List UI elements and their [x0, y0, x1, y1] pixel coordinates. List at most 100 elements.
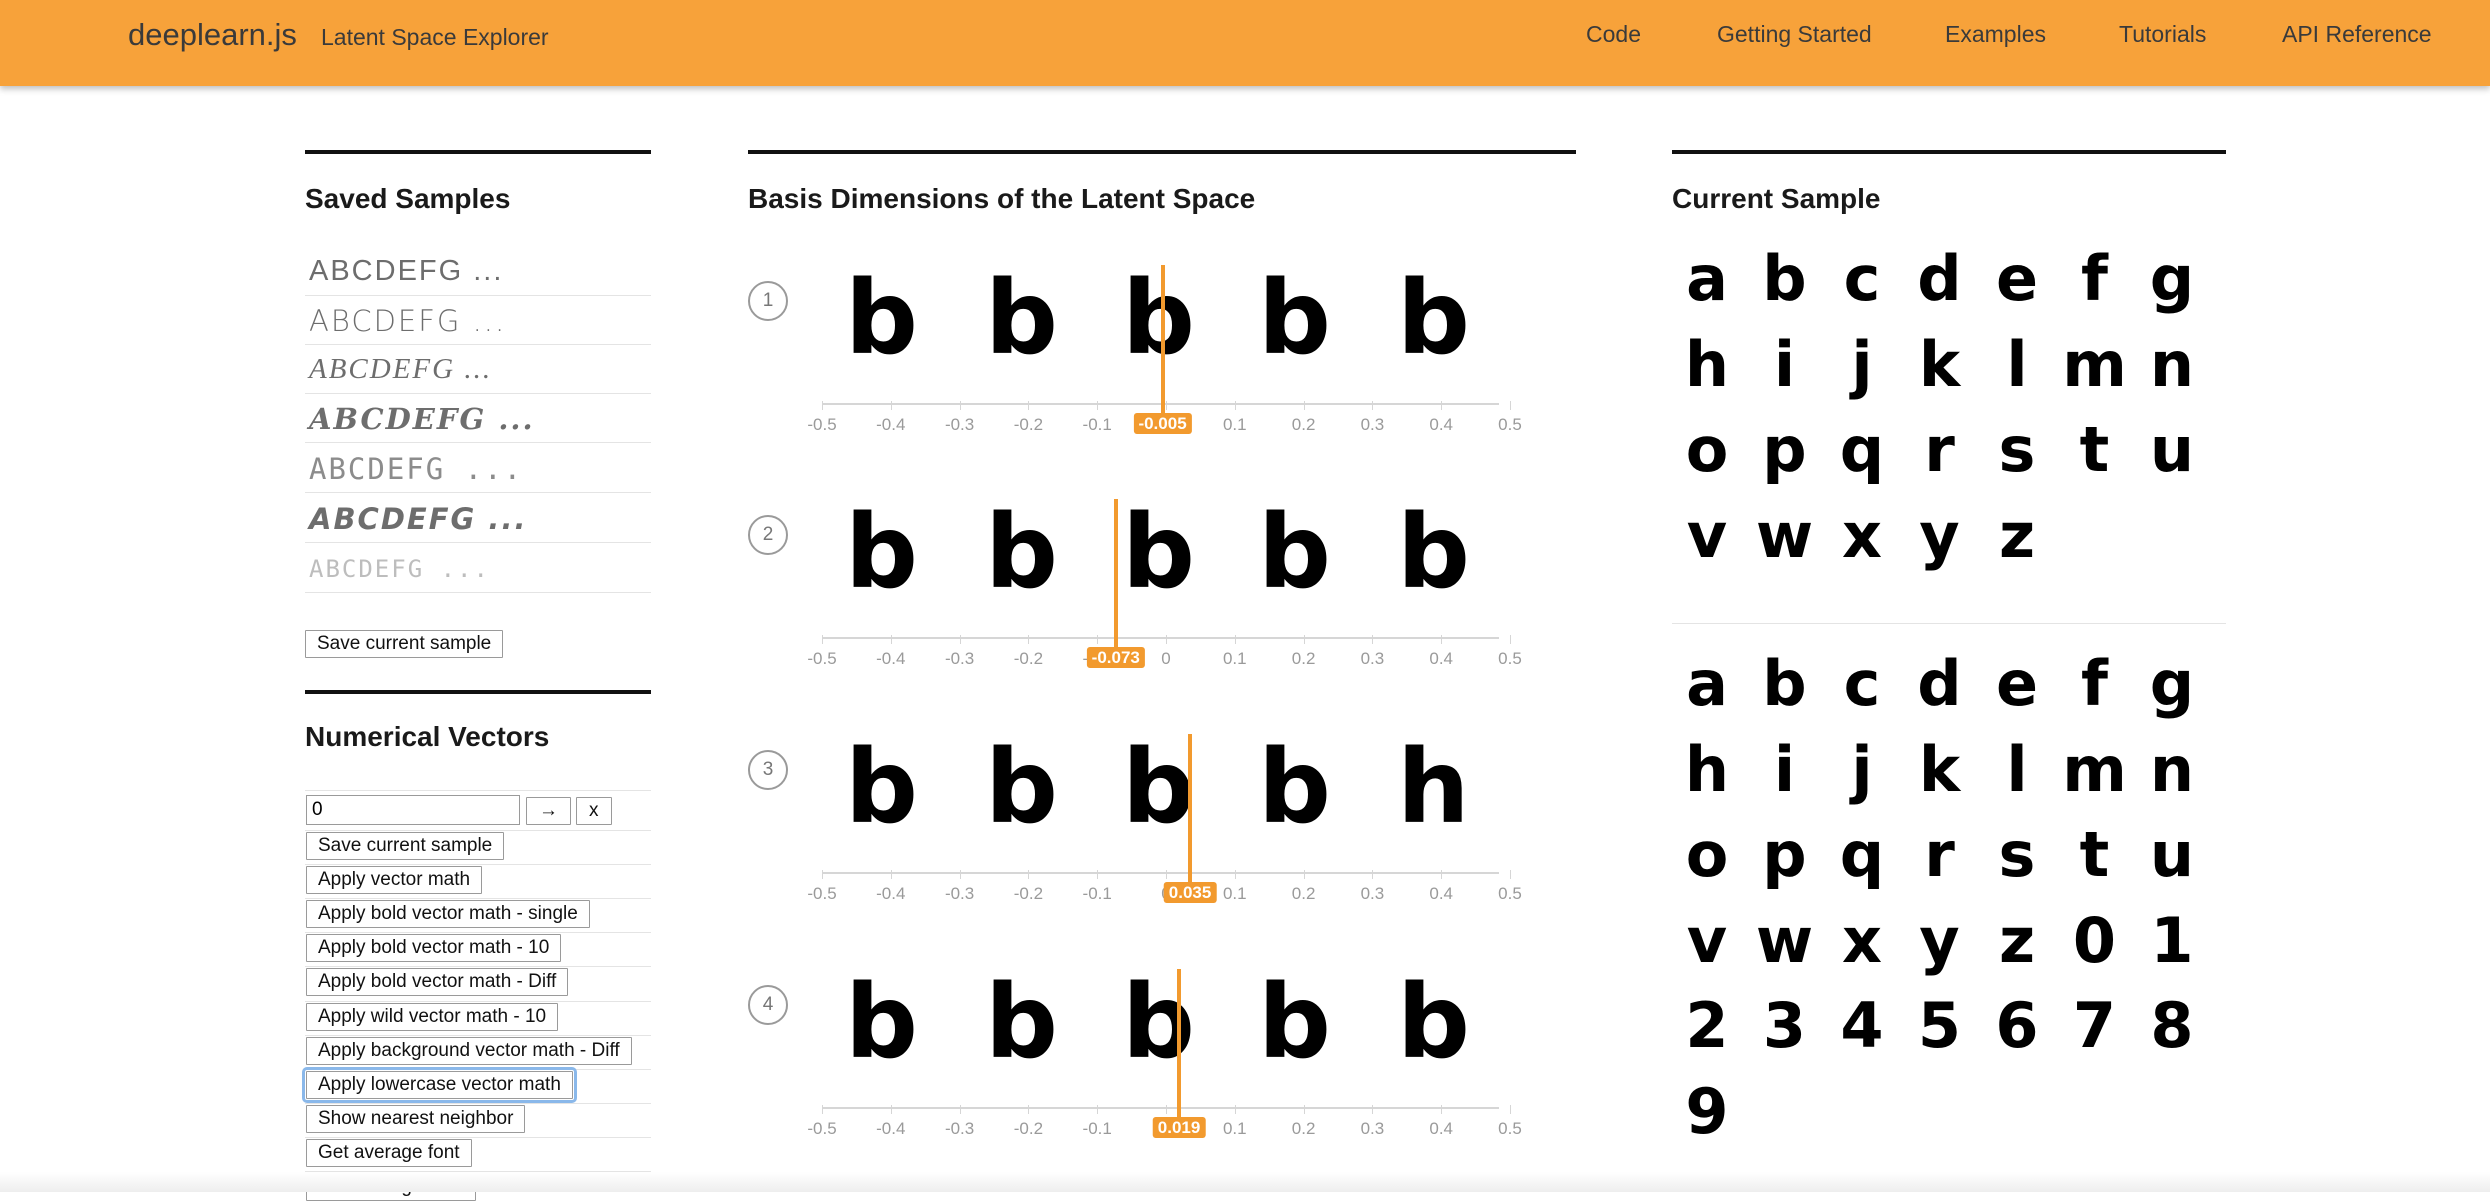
- glyph-cell: a: [1686, 647, 1728, 720]
- glyph-cell: 9: [1685, 1074, 1729, 1148]
- brand-logo[interactable]: deeplearn.js: [128, 17, 297, 53]
- axis-tick: [1234, 1105, 1236, 1114]
- axis-tick: [1372, 870, 1374, 879]
- glyph-cell: r: [1924, 818, 1955, 891]
- show-nearest-neighbor-button[interactable]: Show nearest neighbor: [306, 1105, 526, 1133]
- saved-sample-preview: ABCDEFG ...: [309, 353, 493, 385]
- section-rule: [748, 150, 1576, 154]
- axis-tick: [890, 401, 892, 410]
- saved-sample-item[interactable]: ABCDEFG ...: [305, 393, 651, 443]
- axis-tick-label: -0.5: [807, 1119, 837, 1138]
- dimension-index-badge: 1: [748, 281, 788, 321]
- save-current-sample-vector-button[interactable]: Save current sample: [306, 832, 505, 860]
- apply-background-vector-math-diff-button[interactable]: Apply background vector math - Diff: [306, 1037, 632, 1065]
- axis-tick: [1097, 635, 1099, 644]
- nav-link-code[interactable]: Code: [1586, 21, 1641, 48]
- saved-sample-item[interactable]: ABCDEFG ...: [305, 443, 651, 493]
- slider-handle[interactable]: [1188, 734, 1193, 882]
- saved-sample-preview: ABCDEFG ...: [309, 452, 524, 486]
- glyph-cell: l: [2006, 327, 2028, 401]
- glyph-cell: g: [2149, 242, 2195, 315]
- saved-sample-preview: ABCDEFG ...: [309, 255, 504, 287]
- axis-tick-label: -0.2: [1013, 649, 1044, 668]
- glyph-cell: y: [1919, 903, 1960, 977]
- basis-dimensions-title: Basis Dimensions of the Latent Space: [748, 183, 1256, 214]
- nav-link-api-reference[interactable]: API Reference: [2282, 21, 2432, 48]
- glyph-cell: q: [1839, 818, 1885, 891]
- axis-tick-label: 0.2: [1291, 1119, 1316, 1138]
- slider-handle[interactable]: [1160, 265, 1165, 413]
- glyph-cell: i: [1773, 732, 1796, 806]
- glyph-cell: 8: [2150, 989, 2194, 1062]
- saved-sample-preview: ABCDEFG ...: [309, 304, 507, 338]
- axis-tick: [1028, 401, 1030, 410]
- slider-handle[interactable]: [1113, 499, 1118, 647]
- axis-tick-label: 0.2: [1291, 415, 1316, 434]
- axis-tick-label: -0.1: [1082, 884, 1112, 903]
- glyph-cell: 1: [2150, 903, 2194, 977]
- glyph-cell: 4: [1840, 989, 1884, 1062]
- glyph-cell: d: [1917, 647, 1962, 720]
- saved-sample-preview: ABCDEFG ...: [309, 555, 490, 583]
- row-divider: [305, 1137, 651, 1138]
- glyph-cell: p: [1762, 413, 1807, 486]
- apply-lowercase-vector-math-button[interactable]: Apply lowercase vector math: [302, 1067, 577, 1103]
- axis-tick: [1234, 635, 1236, 644]
- axis-tick: [1372, 1105, 1374, 1114]
- axis-tick: [1234, 870, 1236, 879]
- dimension-index-badge: 4: [748, 985, 788, 1025]
- axis-tick: [1510, 870, 1511, 879]
- save-current-sample-button[interactable]: Save current sample: [305, 630, 504, 658]
- saved-sample-item[interactable]: ABCDEFG ...: [305, 493, 651, 543]
- glyph-cell: d: [1917, 242, 1962, 315]
- axis-tick-label: -0.4: [876, 649, 906, 668]
- axis-tick-label: -0.3: [944, 884, 975, 903]
- glyph-cell: u: [2149, 413, 2195, 486]
- saved-sample-item[interactable]: ABCDEFG ...: [305, 295, 651, 345]
- apply-bold-vector-math-single-button[interactable]: Apply bold vector math - single: [306, 900, 590, 928]
- slider-axis[interactable]: [823, 872, 1499, 874]
- saved-sample-item[interactable]: ABCDEFG ...: [305, 246, 651, 296]
- apply-vector-math-button[interactable]: Apply vector math: [306, 866, 483, 894]
- apply-wild-vector-math-10-button[interactable]: Apply wild vector math - 10: [306, 1003, 559, 1031]
- slider-handle[interactable]: [1177, 969, 1182, 1117]
- apply-bold-vector-math-10-button[interactable]: Apply bold vector math - 10: [306, 934, 562, 962]
- vector-index-input[interactable]: [306, 795, 520, 825]
- dimension-index-badge: 2: [748, 515, 788, 555]
- basis-glyph-sample: b: [985, 728, 1059, 847]
- glyph-cell: 3: [1762, 989, 1807, 1062]
- get-average-font-button[interactable]: Get average font: [306, 1139, 472, 1167]
- section-rule: [1672, 150, 2226, 154]
- basis-glyph-sample: b: [1397, 493, 1471, 612]
- axis-tick: [1303, 401, 1305, 410]
- dimension-index-badge: 3: [748, 750, 788, 790]
- axis-tick: [1166, 870, 1167, 879]
- nav-link-getting-started[interactable]: Getting Started: [1717, 21, 1872, 48]
- axis-tick-label: -0.2: [1013, 415, 1044, 434]
- glyph-cell: 0: [2072, 903, 2117, 977]
- basis-glyph-sample: b: [1122, 259, 1196, 378]
- saved-sample-item[interactable]: ABCDEFG ...: [305, 344, 651, 394]
- slider-value-label: -0.073: [1086, 647, 1145, 668]
- slider-axis[interactable]: [823, 1107, 1499, 1109]
- axis-tick-label: 0.4: [1429, 649, 1454, 668]
- nav-link-tutorials[interactable]: Tutorials: [2119, 21, 2206, 48]
- go-arrow-button[interactable]: →: [526, 797, 571, 825]
- axis-tick-label: 0.1: [1222, 1119, 1247, 1138]
- axis-tick: [1372, 635, 1374, 644]
- axis-tick-label: 0.4: [1429, 1119, 1454, 1138]
- glyph-cell: n: [2149, 732, 2195, 806]
- row-divider: [305, 1103, 651, 1104]
- row-divider: [305, 932, 651, 933]
- saved-sample-item[interactable]: ABCDEFG ...: [305, 543, 651, 593]
- axis-tick-label: -0.2: [1013, 1119, 1044, 1138]
- glyph-cell: i: [1773, 327, 1796, 401]
- nav-link-examples[interactable]: Examples: [1945, 21, 2046, 48]
- slider-axis[interactable]: [823, 637, 1499, 639]
- axis-tick-label: 0: [1161, 649, 1171, 668]
- apply-bold-vector-math-diff-button[interactable]: Apply bold vector math - Diff: [306, 968, 569, 996]
- clear-button[interactable]: x: [576, 797, 612, 825]
- glyph-cell: c: [1843, 242, 1881, 315]
- glyph-cell: w: [1755, 903, 1814, 977]
- axis-tick: [1097, 1105, 1099, 1114]
